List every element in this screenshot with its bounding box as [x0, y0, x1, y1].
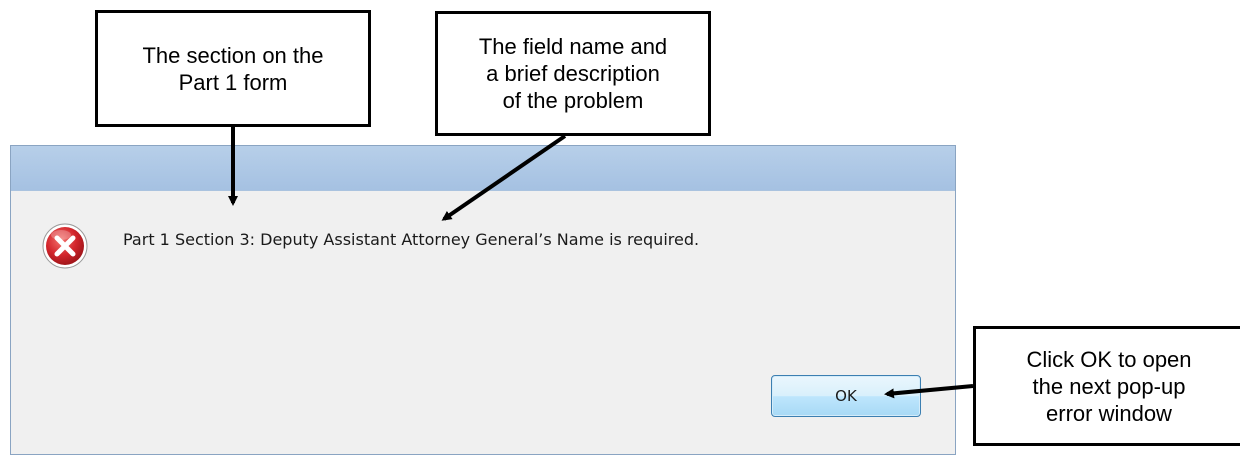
error-message: Part 1 Section 3: Deputy Assistant Attor… — [123, 230, 700, 249]
ok-button[interactable]: OK — [771, 375, 921, 417]
ok-instruction-callout: Click OK to open the next pop-up error w… — [973, 326, 1240, 446]
error-icon — [42, 223, 88, 269]
field-description-callout: The field name and a brief description o… — [435, 11, 711, 136]
dialog-titlebar[interactable] — [11, 146, 955, 191]
section-callout: The section on the Part 1 form — [95, 10, 371, 127]
error-dialog: Part 1 Section 3: Deputy Assistant Attor… — [10, 145, 956, 455]
